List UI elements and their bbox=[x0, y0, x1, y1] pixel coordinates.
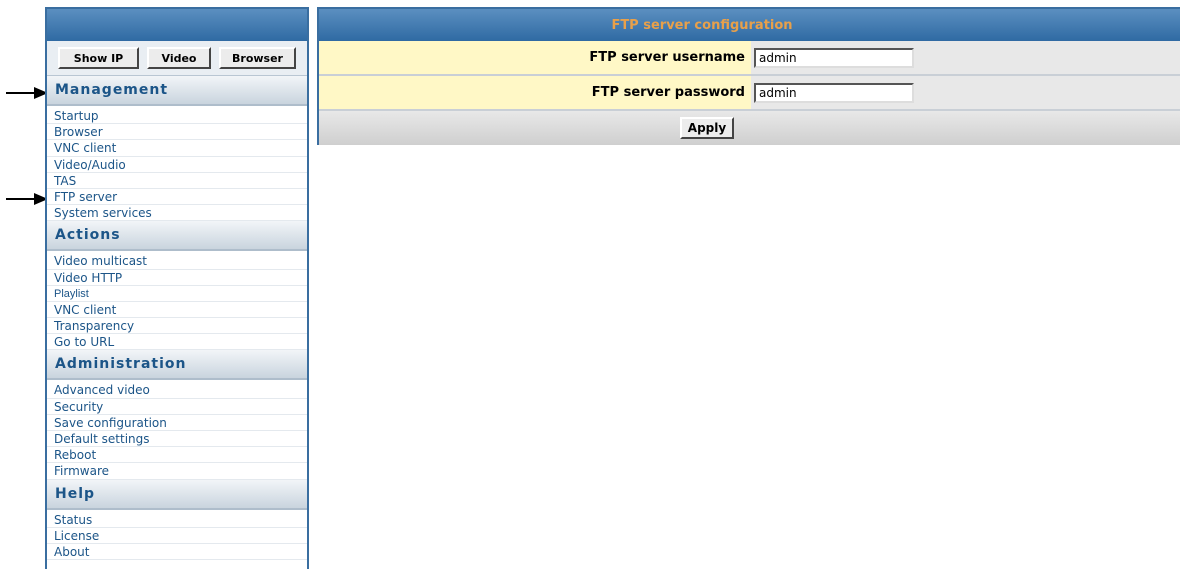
menu-item-browser[interactable]: Browser bbox=[47, 124, 307, 141]
menu-item-go-to-url[interactable]: Go to URL bbox=[47, 334, 307, 351]
management-menu: Startup Browser VNC client Video/Audio T… bbox=[47, 106, 307, 222]
menu-item-playlist[interactable]: Playlist bbox=[47, 286, 307, 302]
username-field-cell bbox=[751, 41, 1180, 74]
sidebar-button-row: Show IP Video Browser bbox=[47, 41, 307, 76]
apply-row: Apply bbox=[319, 111, 1180, 145]
actions-menu: Video multicast Video HTTP Playlist VNC … bbox=[47, 251, 307, 351]
menu-item-tas[interactable]: TAS bbox=[47, 173, 307, 189]
menu-item-startup[interactable]: Startup bbox=[47, 108, 307, 125]
username-label: FTP server username bbox=[319, 41, 751, 74]
section-management-title: Management bbox=[47, 76, 307, 106]
password-field-cell bbox=[751, 76, 1180, 109]
video-button[interactable]: Video bbox=[147, 47, 211, 69]
menu-item-default-settings[interactable]: Default settings bbox=[47, 431, 307, 448]
sidebar-header-bar bbox=[47, 9, 307, 41]
menu-item-advanced-video[interactable]: Advanced video bbox=[47, 382, 307, 399]
section-administration-title: Administration bbox=[47, 350, 307, 381]
menu-item-license[interactable]: License bbox=[47, 528, 307, 544]
username-row: FTP server username bbox=[319, 41, 1180, 76]
menu-item-vnc-client[interactable]: VNC client bbox=[47, 140, 307, 157]
menu-item-vnc-client-action[interactable]: VNC client bbox=[47, 302, 307, 319]
section-help-title: Help bbox=[47, 479, 307, 510]
menu-item-ftp-server[interactable]: FTP server bbox=[47, 189, 307, 206]
menu-item-transparency[interactable]: Transparency bbox=[47, 318, 307, 335]
menu-item-video-multicast[interactable]: Video multicast bbox=[47, 253, 307, 270]
menu-item-about[interactable]: About bbox=[47, 544, 307, 561]
sidebar: Show IP Video Browser Management Startup… bbox=[45, 7, 309, 569]
menu-item-video-http[interactable]: Video HTTP bbox=[47, 270, 307, 286]
show-ip-button[interactable]: Show IP bbox=[58, 47, 139, 69]
password-label: FTP server password bbox=[319, 76, 751, 109]
menu-item-status[interactable]: Status bbox=[47, 512, 307, 528]
password-row: FTP server password bbox=[319, 76, 1180, 111]
section-actions-title: Actions bbox=[47, 221, 307, 252]
menu-item-reboot[interactable]: Reboot bbox=[47, 447, 307, 464]
menu-item-firmware[interactable]: Firmware bbox=[47, 463, 307, 480]
username-input[interactable] bbox=[754, 47, 914, 68]
password-input[interactable] bbox=[754, 82, 914, 103]
menu-item-system-services[interactable]: System services bbox=[47, 205, 307, 222]
ftp-config-panel: FTP server configuration FTP server user… bbox=[317, 7, 1180, 145]
help-menu: Status License About bbox=[47, 510, 307, 561]
menu-item-security[interactable]: Security bbox=[47, 399, 307, 415]
panel-title: FTP server configuration bbox=[319, 9, 1180, 41]
administration-menu: Advanced video Security Save configurati… bbox=[47, 380, 307, 480]
menu-item-video-audio[interactable]: Video/Audio bbox=[47, 157, 307, 173]
browser-button[interactable]: Browser bbox=[219, 47, 296, 69]
pointer-arrow-icon bbox=[6, 87, 50, 99]
pointer-arrow-icon bbox=[6, 193, 50, 205]
apply-button[interactable]: Apply bbox=[679, 117, 735, 139]
menu-item-save-configuration[interactable]: Save configuration bbox=[47, 415, 307, 431]
